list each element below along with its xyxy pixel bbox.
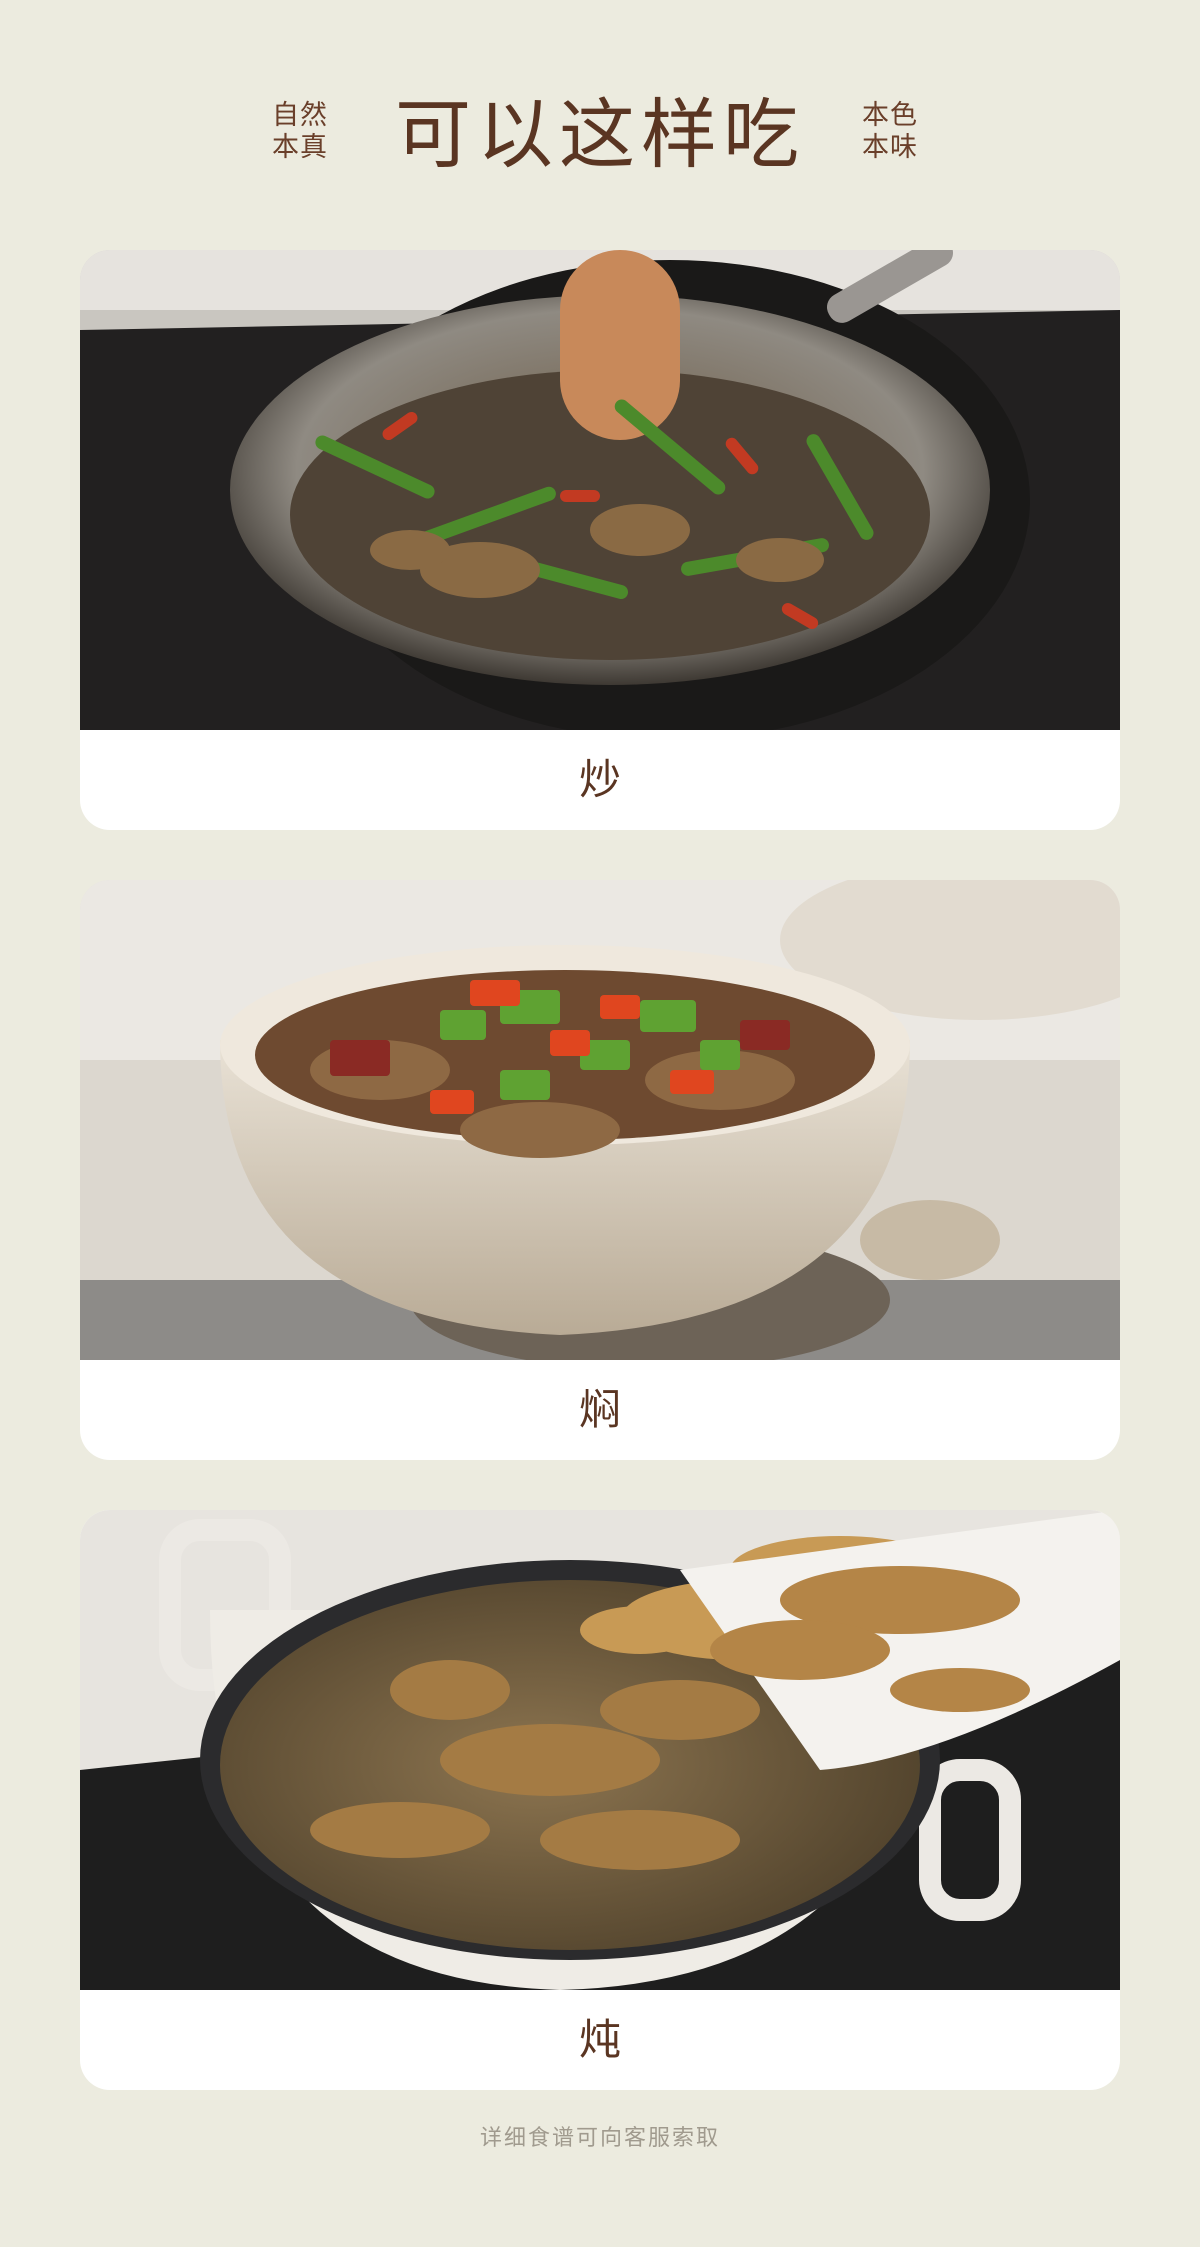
header: 自然 本真 可以这样吃 本色 本味 xyxy=(0,90,1200,190)
left-tagline-line-1: 自然 xyxy=(272,100,328,131)
stew-pot-photo xyxy=(80,1510,1120,1990)
recipe-note: 详细食谱可向客服索取 xyxy=(479,2126,720,2151)
braise-label: 焖 xyxy=(578,1385,621,1434)
left-tagline-line-2: 本真 xyxy=(272,132,328,163)
stir-fry-label: 炒 xyxy=(578,755,621,804)
right-tagline-line-1: 本色 xyxy=(862,100,918,131)
stew-card: 炖 xyxy=(80,1510,1120,2090)
stir-fry-pan-photo xyxy=(80,250,1120,730)
page-title: 可以这样吃 xyxy=(395,90,805,179)
right-tagline: 本色 本味 xyxy=(862,100,918,164)
left-tagline: 自然 本真 xyxy=(272,100,328,164)
stir-fry-card: 炒 xyxy=(80,250,1120,830)
right-tagline-line-2: 本味 xyxy=(862,132,918,163)
clay-pot-braise-photo xyxy=(80,880,1120,1360)
braise-card: 焖 xyxy=(80,880,1120,1460)
stew-label: 炖 xyxy=(578,2015,621,2064)
